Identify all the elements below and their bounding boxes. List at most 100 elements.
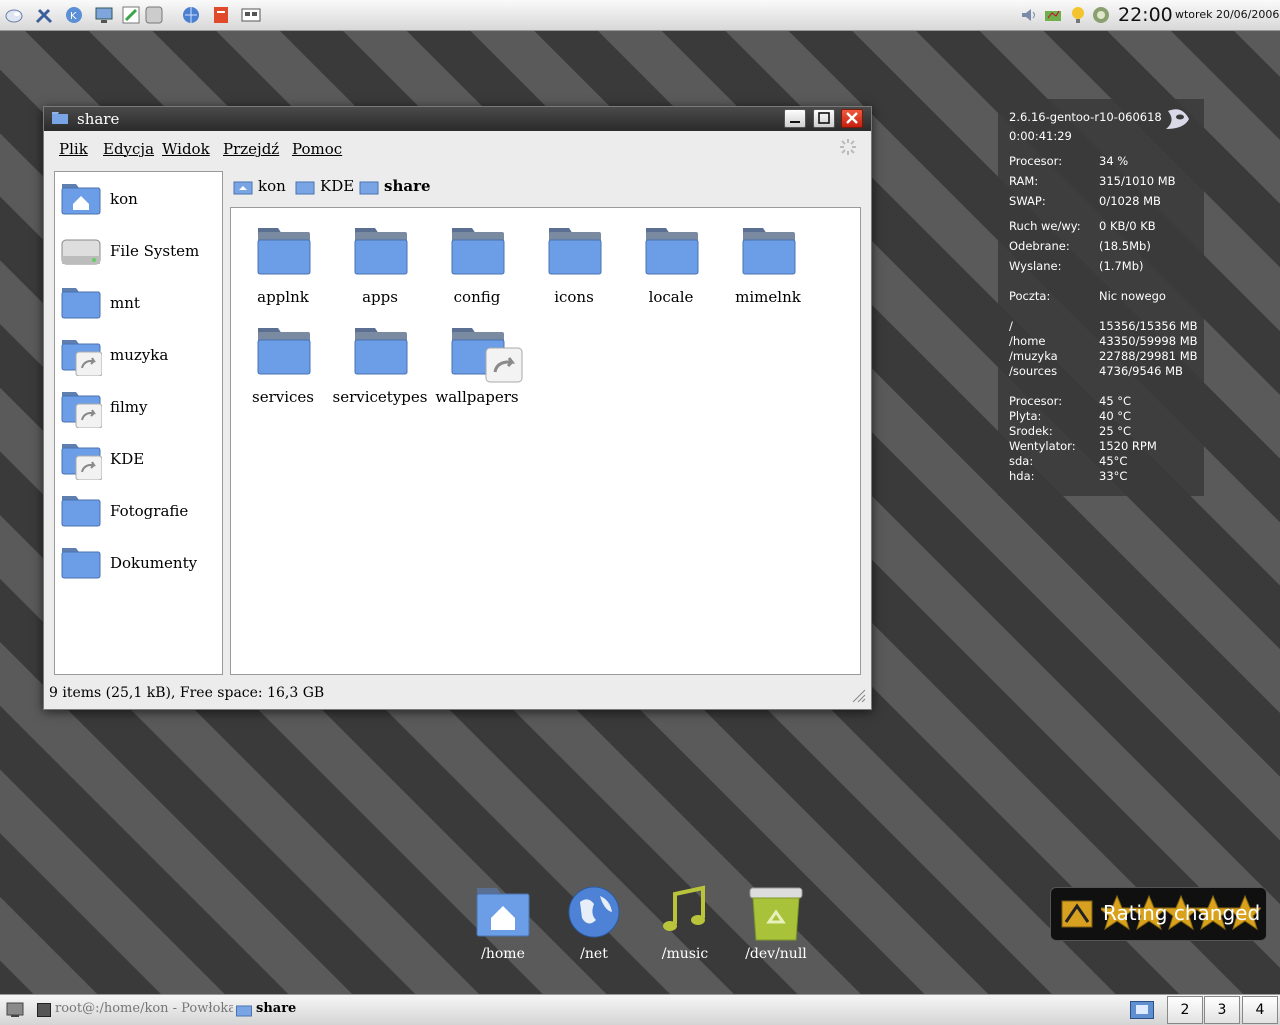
konqueror-icon[interactable] xyxy=(181,5,201,25)
close-button[interactable] xyxy=(841,109,863,128)
file-item-servicetypes[interactable]: servicetypes xyxy=(332,318,428,408)
desktop-icon-label: /home xyxy=(481,946,525,962)
home-folder-icon xyxy=(61,184,101,215)
resize-grip-icon[interactable] xyxy=(850,687,866,703)
pager-desktop-3[interactable]: 3 xyxy=(1204,996,1240,1024)
file-item-apps[interactable]: apps xyxy=(332,218,428,308)
file-name: icons xyxy=(554,288,594,306)
kmenu-icon[interactable] xyxy=(4,5,24,25)
file-item-mimelnk[interactable]: mimelnk xyxy=(720,218,816,308)
folder-icon xyxy=(61,496,101,527)
taskbar: root@:/home/kon - Powłoka share 2 3 4 xyxy=(0,994,1280,1025)
sysmon-value: 0 KB/0 KB xyxy=(1099,219,1156,233)
harddisk-icon xyxy=(61,239,101,265)
home-folder-icon xyxy=(476,888,530,937)
task-share[interactable]: share xyxy=(256,1001,296,1016)
sidebar-item-file-system[interactable]: File System xyxy=(60,228,220,272)
file-view[interactable]: applnk apps config icons locale mimelnk … xyxy=(230,207,861,675)
pdf-icon[interactable] xyxy=(211,5,231,25)
minimize-icon xyxy=(790,121,800,123)
title-bar[interactable]: share xyxy=(44,107,871,131)
sidebar-item-label: kon xyxy=(110,190,138,208)
file-item-applnk[interactable]: applnk xyxy=(235,218,331,308)
folder-icon xyxy=(236,1005,252,1017)
task-terminal[interactable]: root@:/home/kon - Powłoka xyxy=(55,1001,233,1016)
folder-link-icon xyxy=(61,444,102,480)
edit-icon[interactable] xyxy=(121,5,141,25)
file-item-icons[interactable]: icons xyxy=(526,218,622,308)
sysmon-label: Ruch we/wy: xyxy=(1009,219,1081,233)
blank-icon[interactable] xyxy=(144,5,164,25)
menu-plik[interactable]: Plik xyxy=(59,140,88,158)
folder-icon xyxy=(354,228,408,275)
desktop-icon-music[interactable]: /music xyxy=(642,884,728,966)
tools-icon[interactable] xyxy=(34,5,54,25)
folder-link-icon xyxy=(451,328,523,383)
desktop-icon[interactable] xyxy=(94,5,114,25)
pager-desktop-2[interactable]: 2 xyxy=(1167,996,1203,1024)
sidebar-item-filmy[interactable]: filmy xyxy=(60,384,220,428)
menu-pomoc[interactable]: Pomoc xyxy=(292,140,342,158)
show-desktop-icon[interactable] xyxy=(6,1002,24,1018)
sidebar-item-mnt[interactable]: mnt xyxy=(60,280,220,324)
breadcrumb-label: kon xyxy=(258,177,286,195)
sysmon-value: 25 °C xyxy=(1099,424,1132,438)
file-item-locale[interactable]: locale xyxy=(623,218,719,308)
windowlist-icon[interactable] xyxy=(241,5,261,25)
sidebar-item-muzyka[interactable]: muzyka xyxy=(60,332,220,376)
sysmon-value: Nic nowego xyxy=(1099,289,1166,303)
breadcrumb-item-kde[interactable]: KDE xyxy=(295,176,355,198)
breadcrumb-item-kon[interactable]: kon xyxy=(233,176,291,198)
folder-icon xyxy=(295,181,315,195)
folder-icon xyxy=(61,288,101,319)
desktop-icon-trash[interactable]: /dev/null xyxy=(733,884,819,966)
activity-spinner-icon xyxy=(840,139,856,155)
file-item-config[interactable]: config xyxy=(429,218,525,308)
maximize-button[interactable] xyxy=(813,109,835,128)
file-name: config xyxy=(453,288,501,306)
pager-desktop-4[interactable]: 4 xyxy=(1242,996,1278,1024)
file-manager-window: share Plik Edycja Widok Przejdź Pomoc ko… xyxy=(43,106,872,710)
home-folder-icon xyxy=(233,181,253,195)
minimize-button[interactable] xyxy=(784,109,806,128)
sidebar-item-kon[interactable]: kon xyxy=(60,176,220,220)
status-bar: 9 items (25,1 kB), Free space: 16,3 GB xyxy=(49,685,325,701)
menu-przejdz[interactable]: Przejdź xyxy=(223,140,279,158)
sidebar-item-dokumenty[interactable]: Dokumenty xyxy=(60,540,220,584)
folder-icon xyxy=(52,112,68,124)
sysmon-value: 45°C xyxy=(1099,454,1128,468)
menu-bar: Plik Edycja Widok Przejdź Pomoc xyxy=(44,131,871,167)
desktop-icon-label: /music xyxy=(661,946,709,962)
update-icon[interactable] xyxy=(1091,5,1111,25)
file-item-wallpapers[interactable]: wallpapers xyxy=(429,318,525,408)
menu-edycja[interactable]: Edycja xyxy=(103,140,154,158)
desktop-icon-net[interactable]: /net xyxy=(551,884,637,966)
file-name: apps xyxy=(362,288,398,306)
sysmon-label: /sources xyxy=(1009,364,1058,378)
sysmon-label: sda: xyxy=(1009,454,1034,468)
kde-icon[interactable]: K xyxy=(64,5,84,25)
sidebar-item-label: muzyka xyxy=(110,346,169,364)
clock[interactable]: 22:00 xyxy=(1118,4,1173,26)
sysmon-value: 40 °C xyxy=(1099,409,1132,423)
sidebar-item-kde[interactable]: KDE xyxy=(60,436,220,480)
bulb-icon[interactable] xyxy=(1068,5,1088,25)
window-title: share xyxy=(77,110,120,128)
sysmon-label: hda: xyxy=(1009,469,1035,483)
file-item-services[interactable]: services xyxy=(235,318,331,408)
breadcrumb-item-share[interactable]: share xyxy=(359,176,431,198)
folder-icon xyxy=(742,228,796,275)
pager-desktop-1-preview-icon xyxy=(1130,1001,1154,1019)
menu-widok[interactable]: Widok xyxy=(162,140,210,158)
folder-link-icon xyxy=(61,392,102,428)
sidebar-item-fotografie[interactable]: Fotografie xyxy=(60,488,220,532)
file-name: services xyxy=(252,388,314,406)
globe-icon xyxy=(568,886,620,938)
volume-icon[interactable] xyxy=(1019,5,1039,25)
network-icon[interactable] xyxy=(1043,5,1063,25)
sidebar-item-label: Fotografie xyxy=(110,502,189,520)
sysmon-label: / xyxy=(1009,319,1013,333)
desktop-icon-home[interactable]: /home xyxy=(460,884,546,966)
sysmon-label: Wyslane: xyxy=(1009,259,1062,273)
sysmon-label: SWAP: xyxy=(1009,194,1046,208)
